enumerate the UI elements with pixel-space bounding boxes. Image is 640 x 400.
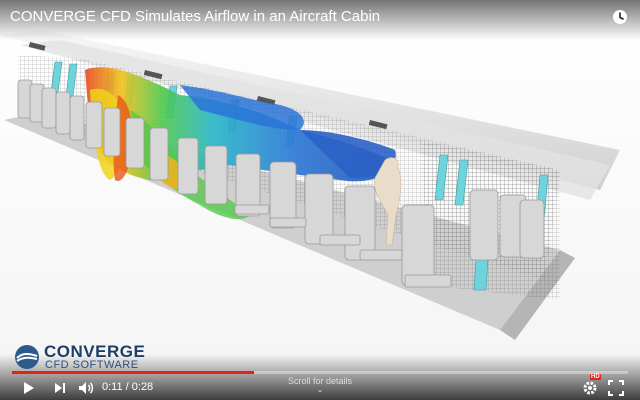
play-icon[interactable]	[18, 378, 38, 398]
hd-badge: HD	[590, 374, 601, 380]
progress-fill	[12, 371, 255, 374]
gear-icon[interactable]	[580, 378, 600, 398]
time-display: 0:11 / 0:28	[102, 381, 153, 393]
volume-icon[interactable]	[76, 378, 96, 398]
time-current: 0:11	[102, 381, 123, 393]
next-icon[interactable]	[50, 378, 70, 398]
logo-subtitle: CFD SOFTWARE	[45, 359, 139, 371]
clock-icon[interactable]	[612, 9, 628, 25]
converge-logo: CONVERGE CFD SOFTWARE	[14, 342, 145, 372]
video-title[interactable]: CONVERGE CFD Simulates Airflow in an Air…	[10, 8, 380, 25]
video-frame[interactable]	[0, 0, 640, 400]
chevron-down-icon: ⌄	[316, 385, 324, 394]
control-bar: 0:11 / 0:28 Scroll for details ⌄ HD	[0, 374, 640, 400]
time-separator: /	[122, 381, 132, 393]
progress-bar[interactable]	[12, 371, 628, 374]
fullscreen-icon[interactable]	[606, 378, 626, 398]
video-player[interactable]: CONVERGE CFD Simulates Airflow in an Air…	[0, 0, 640, 400]
scroll-hint[interactable]: Scroll for details ⌄	[270, 376, 370, 394]
logo-emblem-icon	[15, 345, 39, 369]
time-total: 0:28	[131, 381, 154, 393]
